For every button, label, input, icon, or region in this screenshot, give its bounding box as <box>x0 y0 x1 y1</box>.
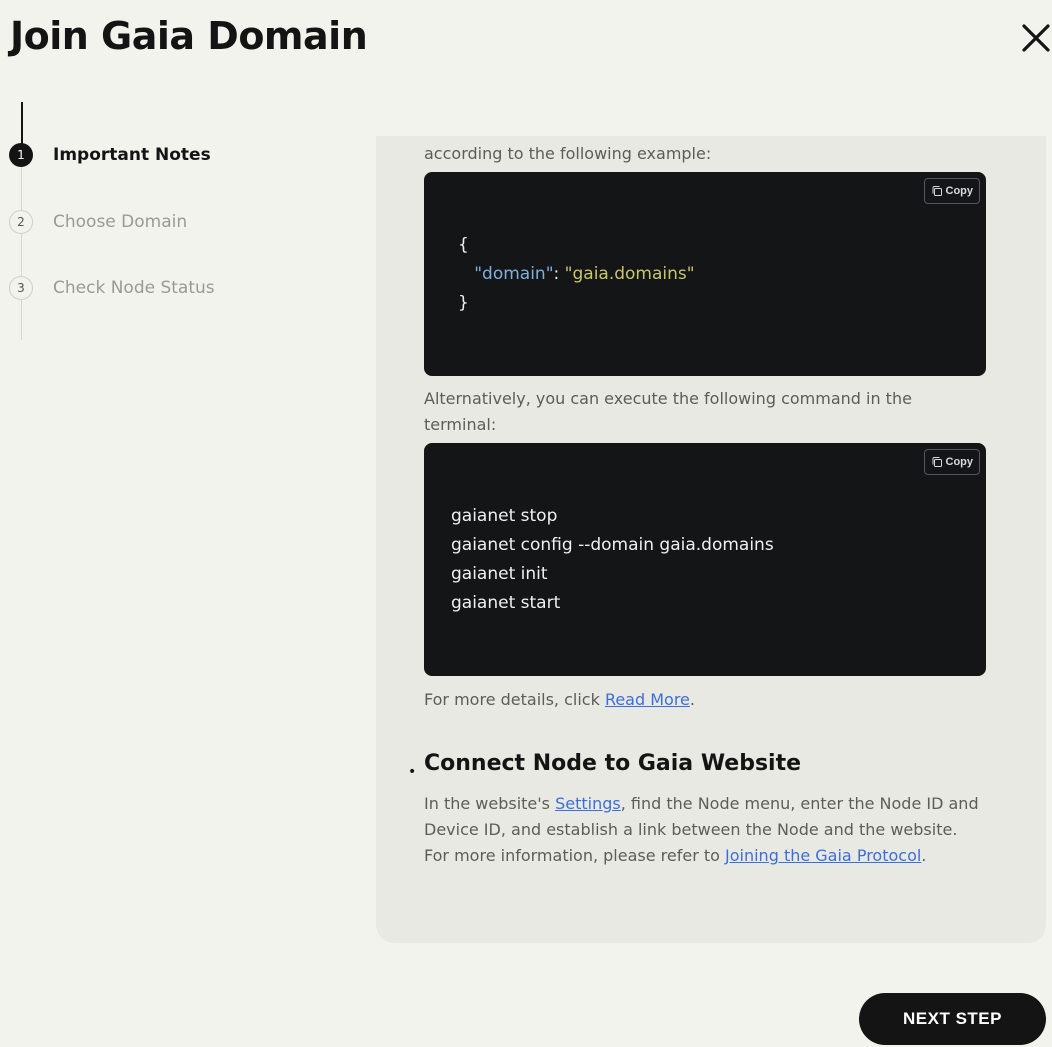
json-code-block: Copy { "domain": "gaia.domains" } <box>424 172 986 376</box>
content-panel[interactable]: according to the following example: Copy… <box>376 136 1046 943</box>
copy-icon <box>932 186 942 196</box>
step-label: Choose Domain <box>53 212 188 232</box>
copy-icon <box>932 457 942 467</box>
close-button[interactable] <box>1018 20 1052 56</box>
copy-button[interactable]: Copy <box>923 178 980 204</box>
json-close-brace: } <box>458 293 469 313</box>
json-open-brace: { <box>458 235 469 255</box>
connect-text-part: . <box>921 846 927 865</box>
json-colon: : <box>553 264 565 284</box>
copy-label: Copy <box>945 456 974 468</box>
copy-label: Copy <box>945 185 974 197</box>
json-key: "domain" <box>474 264 554 284</box>
step-important-notes[interactable]: 1 Important Notes <box>9 142 211 168</box>
alternative-text: Alternatively, you can execute the follo… <box>424 389 912 434</box>
connect-section-text: In the website's Settings, find the Node… <box>424 791 986 869</box>
dialog-title: Join Gaia Domain <box>10 14 368 58</box>
more-details-suffix: . <box>689 690 695 709</box>
copy-button[interactable]: Copy <box>923 449 980 475</box>
command-line: gaianet init <box>451 564 548 584</box>
json-value: "gaia.domains" <box>564 264 695 284</box>
next-step-button[interactable]: NEXT STEP <box>859 993 1046 1045</box>
command-code-block: Copy gaianet stop gaianet config --domai… <box>424 443 986 676</box>
bullet-marker: • <box>408 764 417 780</box>
join-domain-dialog: Join Gaia Domain 1 Important Notes 2 Cho… <box>0 0 1052 1047</box>
step-label: Check Node Status <box>53 278 215 298</box>
joining-protocol-link[interactable]: Joining the Gaia Protocol <box>725 846 921 865</box>
command-line: gaianet start <box>451 593 561 613</box>
more-details-prefix: For more details, click <box>424 690 605 709</box>
stepper-track-line <box>21 166 22 340</box>
step-check-node-status[interactable]: 3 Check Node Status <box>9 275 215 301</box>
step-number: 3 <box>9 276 33 300</box>
connect-text-part: In the website's <box>424 794 556 813</box>
stepper-progress-line <box>21 102 23 144</box>
command-line: gaianet config --domain gaia.domains <box>451 535 774 555</box>
read-more-link[interactable]: Read More <box>605 690 690 709</box>
intro-text: according to the following example: <box>424 144 712 163</box>
connect-section-heading: Connect Node to Gaia Website <box>424 751 802 776</box>
step-label: Important Notes <box>53 145 211 165</box>
stepper: 1 Important Notes 2 Choose Domain 3 Chec… <box>0 102 360 340</box>
json-code: { "domain": "gaia.domains" } <box>458 231 695 318</box>
close-icon <box>1022 24 1050 52</box>
step-choose-domain[interactable]: 2 Choose Domain <box>9 209 187 235</box>
step-number: 1 <box>9 143 33 167</box>
settings-link[interactable]: Settings <box>555 794 621 813</box>
command-line: gaianet stop <box>451 506 558 526</box>
command-code: gaianet stop gaianet config --domain gai… <box>451 502 774 618</box>
more-details-text: For more details, click Read More. <box>424 687 986 713</box>
step-number: 2 <box>9 210 33 234</box>
